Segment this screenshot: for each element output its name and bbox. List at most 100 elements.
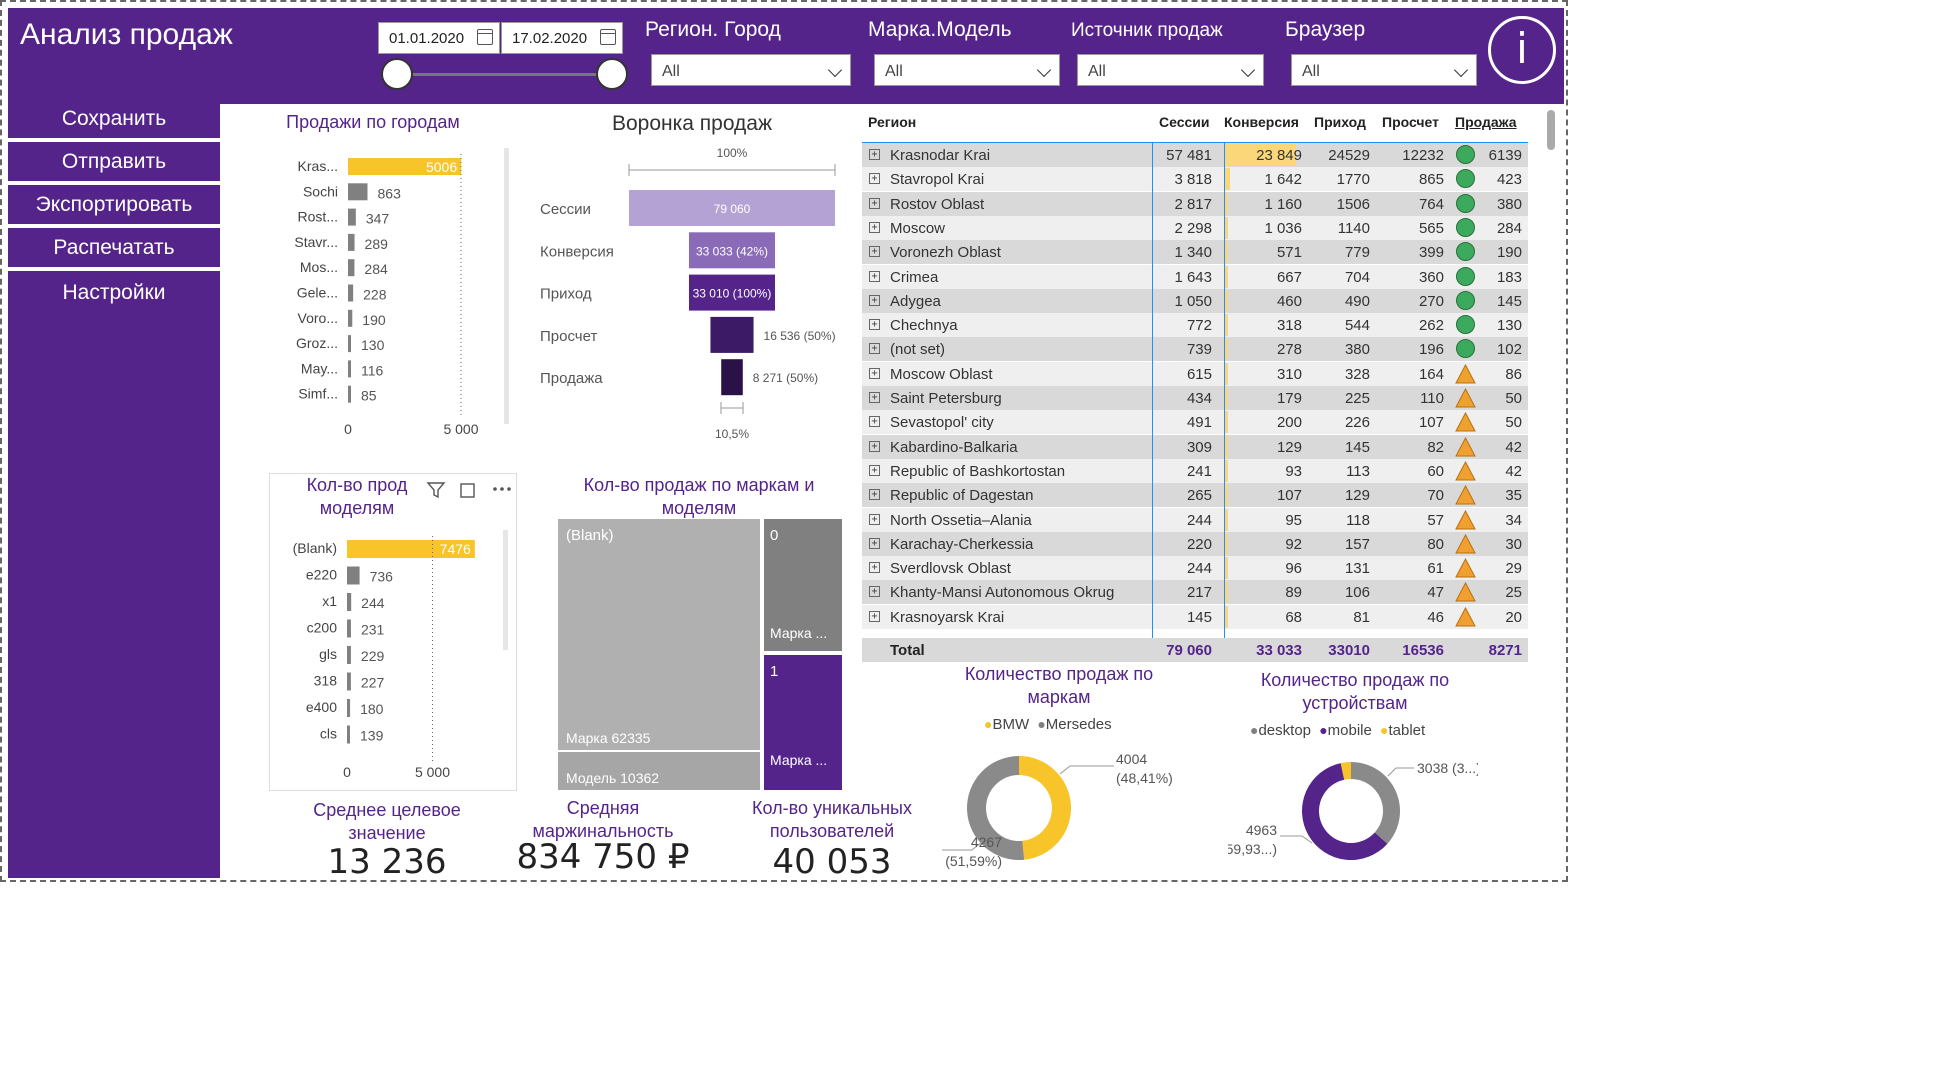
status-good-icon <box>1456 193 1475 213</box>
col-header-income[interactable]: Приход <box>1314 114 1366 130</box>
conversion-databar <box>1225 459 1228 482</box>
cell-income: 328 <box>1344 365 1370 383</box>
expand-icon[interactable]: + <box>869 367 880 379</box>
expand-icon[interactable]: + <box>869 149 880 160</box>
info-button[interactable]: i <box>1488 16 1556 84</box>
table-row[interactable]: + (not set) 739 278 380 196 102 <box>862 337 1528 362</box>
treemap-tile-blank[interactable]: (Blank) Марка 62335 <box>558 519 762 752</box>
cell-income: 113 <box>1346 462 1370 480</box>
status-good-icon <box>1456 217 1475 237</box>
table-row[interactable]: + Krasnodar Krai 57 481 23 849 24529 12232 613… <box>862 143 1528 167</box>
filter-brand-select[interactable]: All <box>874 54 1060 86</box>
cell-sale: 102 <box>1496 341 1522 359</box>
expand-icon[interactable]: + <box>869 246 880 258</box>
filter-region-select[interactable]: All <box>651 54 851 86</box>
expand-icon[interactable]: + <box>869 270 880 282</box>
total-label: Total <box>890 642 925 659</box>
expand-icon[interactable]: + <box>869 343 880 355</box>
bar-category-label: Simf... <box>298 386 338 402</box>
col-header-sale[interactable]: Продажа <box>1455 114 1517 130</box>
expand-icon[interactable]: + <box>869 464 880 476</box>
table-row[interactable]: + Rostov Oblast 2 817 1 160 1506 764 380 <box>862 191 1528 216</box>
slider-end-handle[interactable] <box>596 58 628 90</box>
cell-region: Saint Petersburg <box>890 390 1002 407</box>
focus-mode-icon[interactable] <box>460 483 475 498</box>
calendar-icon[interactable] <box>600 29 616 45</box>
slider-start-handle[interactable] <box>381 58 413 90</box>
table-row[interactable]: + Sverdlovsk Oblast 244 96 131 61 29 <box>862 556 1528 581</box>
cell-calc: 47 <box>1427 584 1444 602</box>
table-row[interactable]: + Moscow 2 298 1 036 1140 565 284 <box>862 215 1528 240</box>
send-button[interactable]: Отправить <box>8 147 220 185</box>
table-row[interactable]: + Moscow Oblast 615 310 328 164 86 <box>862 361 1528 386</box>
cell-calc: 12232 <box>1402 147 1444 164</box>
filter-icon[interactable] <box>426 482 446 499</box>
date-to-input[interactable]: 17.02.2020 <box>501 22 623 54</box>
filter-browser-select[interactable]: All <box>1291 54 1477 86</box>
cell-sale: 130 <box>1496 317 1522 335</box>
table-scrollbar[interactable] <box>1547 110 1555 150</box>
filter-browser-value: All <box>1302 63 1320 80</box>
table-row[interactable]: + Republic of Bashkortostan 241 93 113 60 42 <box>862 458 1528 483</box>
cell-conversion: 68 <box>1285 608 1302 626</box>
expand-icon[interactable]: + <box>869 319 880 331</box>
export-button[interactable]: Экспортировать <box>8 190 220 228</box>
print-button[interactable]: Распечатать <box>8 233 220 271</box>
col-header-sessions[interactable]: Сессии <box>1159 114 1210 130</box>
table-row[interactable]: + Chechnya 772 318 544 262 130 <box>862 313 1528 338</box>
col-header-calc[interactable]: Просчет <box>1382 114 1439 130</box>
expand-icon[interactable]: + <box>869 392 880 403</box>
table-row[interactable]: + Stavropol Krai 3 818 1 642 1770 865 423 <box>862 167 1528 192</box>
date-range-slider[interactable] <box>397 73 612 76</box>
cell-sessions: 491 <box>1186 414 1212 432</box>
expand-icon[interactable]: + <box>869 562 880 574</box>
expand-icon[interactable]: + <box>869 416 880 428</box>
table-row[interactable]: + Adygea 1 050 460 490 270 145 <box>862 288 1528 313</box>
expand-icon[interactable]: + <box>869 294 880 306</box>
models-bar-chart: (Blank) 7476 e220 736 x1 244 c200 231 gls 229 318 2… <box>293 530 508 780</box>
cell-sessions: 434 <box>1186 390 1212 407</box>
treemap-tile-model[interactable]: Модель 10362 <box>558 752 762 790</box>
expand-icon[interactable]: + <box>869 173 880 185</box>
more-options-icon[interactable] <box>493 487 497 491</box>
cell-income: 81 <box>1353 608 1370 626</box>
date-from-input[interactable]: 01.01.2020 <box>378 22 500 54</box>
table-row[interactable]: + Republic of Dagestan 265 107 129 70 35 <box>862 483 1528 508</box>
expand-icon[interactable]: + <box>869 610 880 622</box>
expand-icon[interactable]: + <box>869 513 880 525</box>
expand-icon[interactable]: + <box>869 537 880 549</box>
filter-source-select[interactable]: All <box>1077 54 1264 86</box>
table-row[interactable]: + Voronezh Oblast 1 340 571 779 399 190 <box>862 240 1528 265</box>
cell-region: North Ossetia–Alania <box>890 511 1032 529</box>
col-header-region[interactable]: Регион <box>868 114 916 130</box>
cell-conversion: 460 <box>1276 292 1302 310</box>
table-row[interactable]: + North Ossetia–Alania 244 95 118 57 34 <box>862 507 1528 532</box>
funnel-stage-label: Конверсия <box>540 243 614 260</box>
expand-icon[interactable]: + <box>869 489 880 501</box>
treemap-tile-1[interactable]: 1 Марка ... <box>764 655 842 790</box>
bar-category-label: Rost... <box>298 209 338 225</box>
legend-bmw: BMW <box>992 716 1030 733</box>
total-income: 33010 <box>1328 642 1370 659</box>
table-row[interactable]: + Khanty-Mansi Autonomous Okrug 217 89 106 47… <box>862 580 1528 605</box>
treemap-tile-0[interactable]: 0 Марка ... <box>764 519 842 653</box>
table-row[interactable]: + Kabardino-Balkaria 309 129 145 82 42 <box>862 434 1528 459</box>
expand-icon[interactable]: + <box>869 221 880 233</box>
table-row[interactable]: + Saint Petersburg 434 179 225 110 50 <box>862 386 1528 410</box>
col-header-conversion[interactable]: Конверсия <box>1224 114 1299 130</box>
settings-button[interactable]: Настройки <box>8 278 220 316</box>
expand-icon[interactable]: + <box>869 197 880 209</box>
save-button[interactable]: Сохранить <box>8 104 220 142</box>
table-row[interactable]: + Crimea 1 643 667 704 360 183 <box>862 264 1528 289</box>
expand-icon[interactable]: + <box>869 440 880 452</box>
conversion-databar <box>1225 192 1229 215</box>
cell-sessions: 615 <box>1186 365 1212 383</box>
table-row[interactable]: + Karachay-Cherkessia 220 92 157 80 30 <box>862 531 1528 556</box>
treemap-blank-brand: Марка 62335 <box>566 730 651 746</box>
table-row[interactable]: + Sevastopol' city 491 200 226 107 50 <box>862 410 1528 435</box>
conversion-databar <box>1225 435 1228 458</box>
expand-icon[interactable]: + <box>869 586 880 598</box>
calendar-icon[interactable] <box>477 29 493 45</box>
table-row[interactable]: + Krasnoyarsk Krai 145 68 81 46 20 <box>862 604 1528 629</box>
bar-category-label: Stavr... <box>294 234 338 250</box>
